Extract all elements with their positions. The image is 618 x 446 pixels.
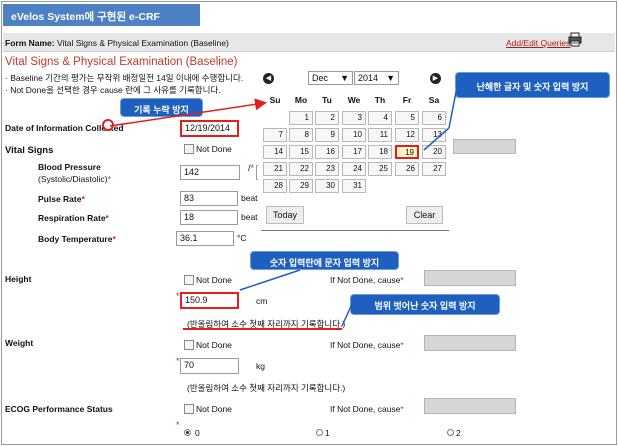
arrow-date-to-calendar xyxy=(109,98,267,127)
leader-numeric-text xyxy=(239,269,301,291)
leader-hard-to-read xyxy=(448,91,457,129)
leader-hard-to-read-2 xyxy=(423,127,450,151)
leader-out-of-range xyxy=(341,303,353,327)
annotation-arrows xyxy=(109,91,457,327)
